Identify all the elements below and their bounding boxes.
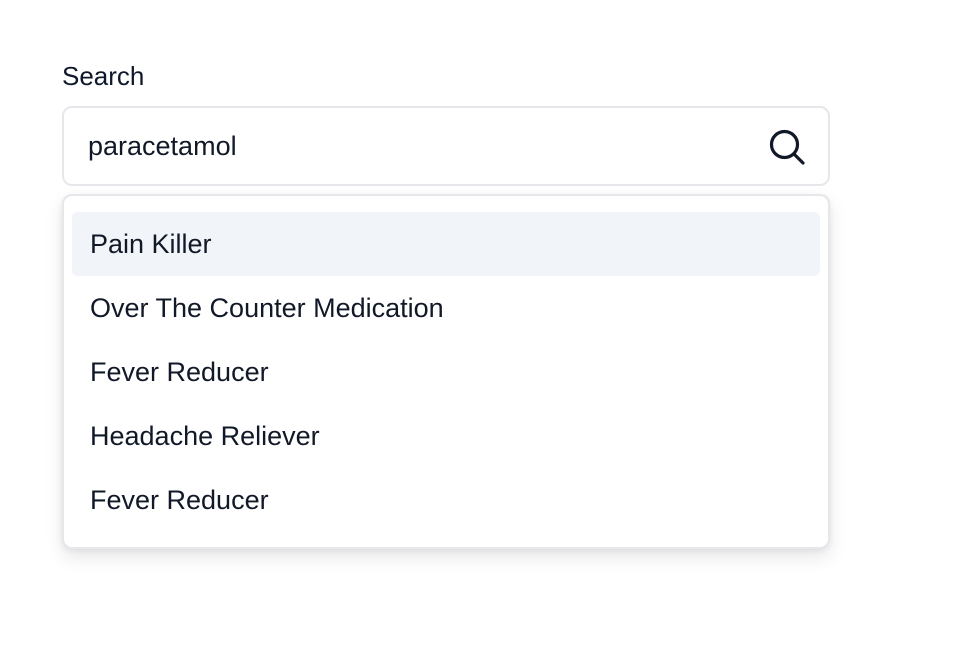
suggestion-option-pain-killer[interactable]: Pain Killer xyxy=(72,212,820,276)
search-field[interactable] xyxy=(62,106,830,186)
suggestion-option-over-the-counter-medication[interactable]: Over The Counter Medication xyxy=(72,276,820,340)
search-input[interactable] xyxy=(88,108,728,184)
search-combobox: Search Pain Killer Over The Counter Medi… xyxy=(62,56,830,549)
suggestion-option-fever-reducer[interactable]: Fever Reducer xyxy=(72,340,820,404)
suggestions-dropdown: Pain Killer Over The Counter Medication … xyxy=(62,194,830,549)
suggestion-option-headache-reliever[interactable]: Headache Reliever xyxy=(72,404,820,468)
suggestion-option-fever-reducer-2[interactable]: Fever Reducer xyxy=(72,468,820,532)
search-label: Search xyxy=(62,61,145,91)
search-icon[interactable] xyxy=(768,128,806,166)
